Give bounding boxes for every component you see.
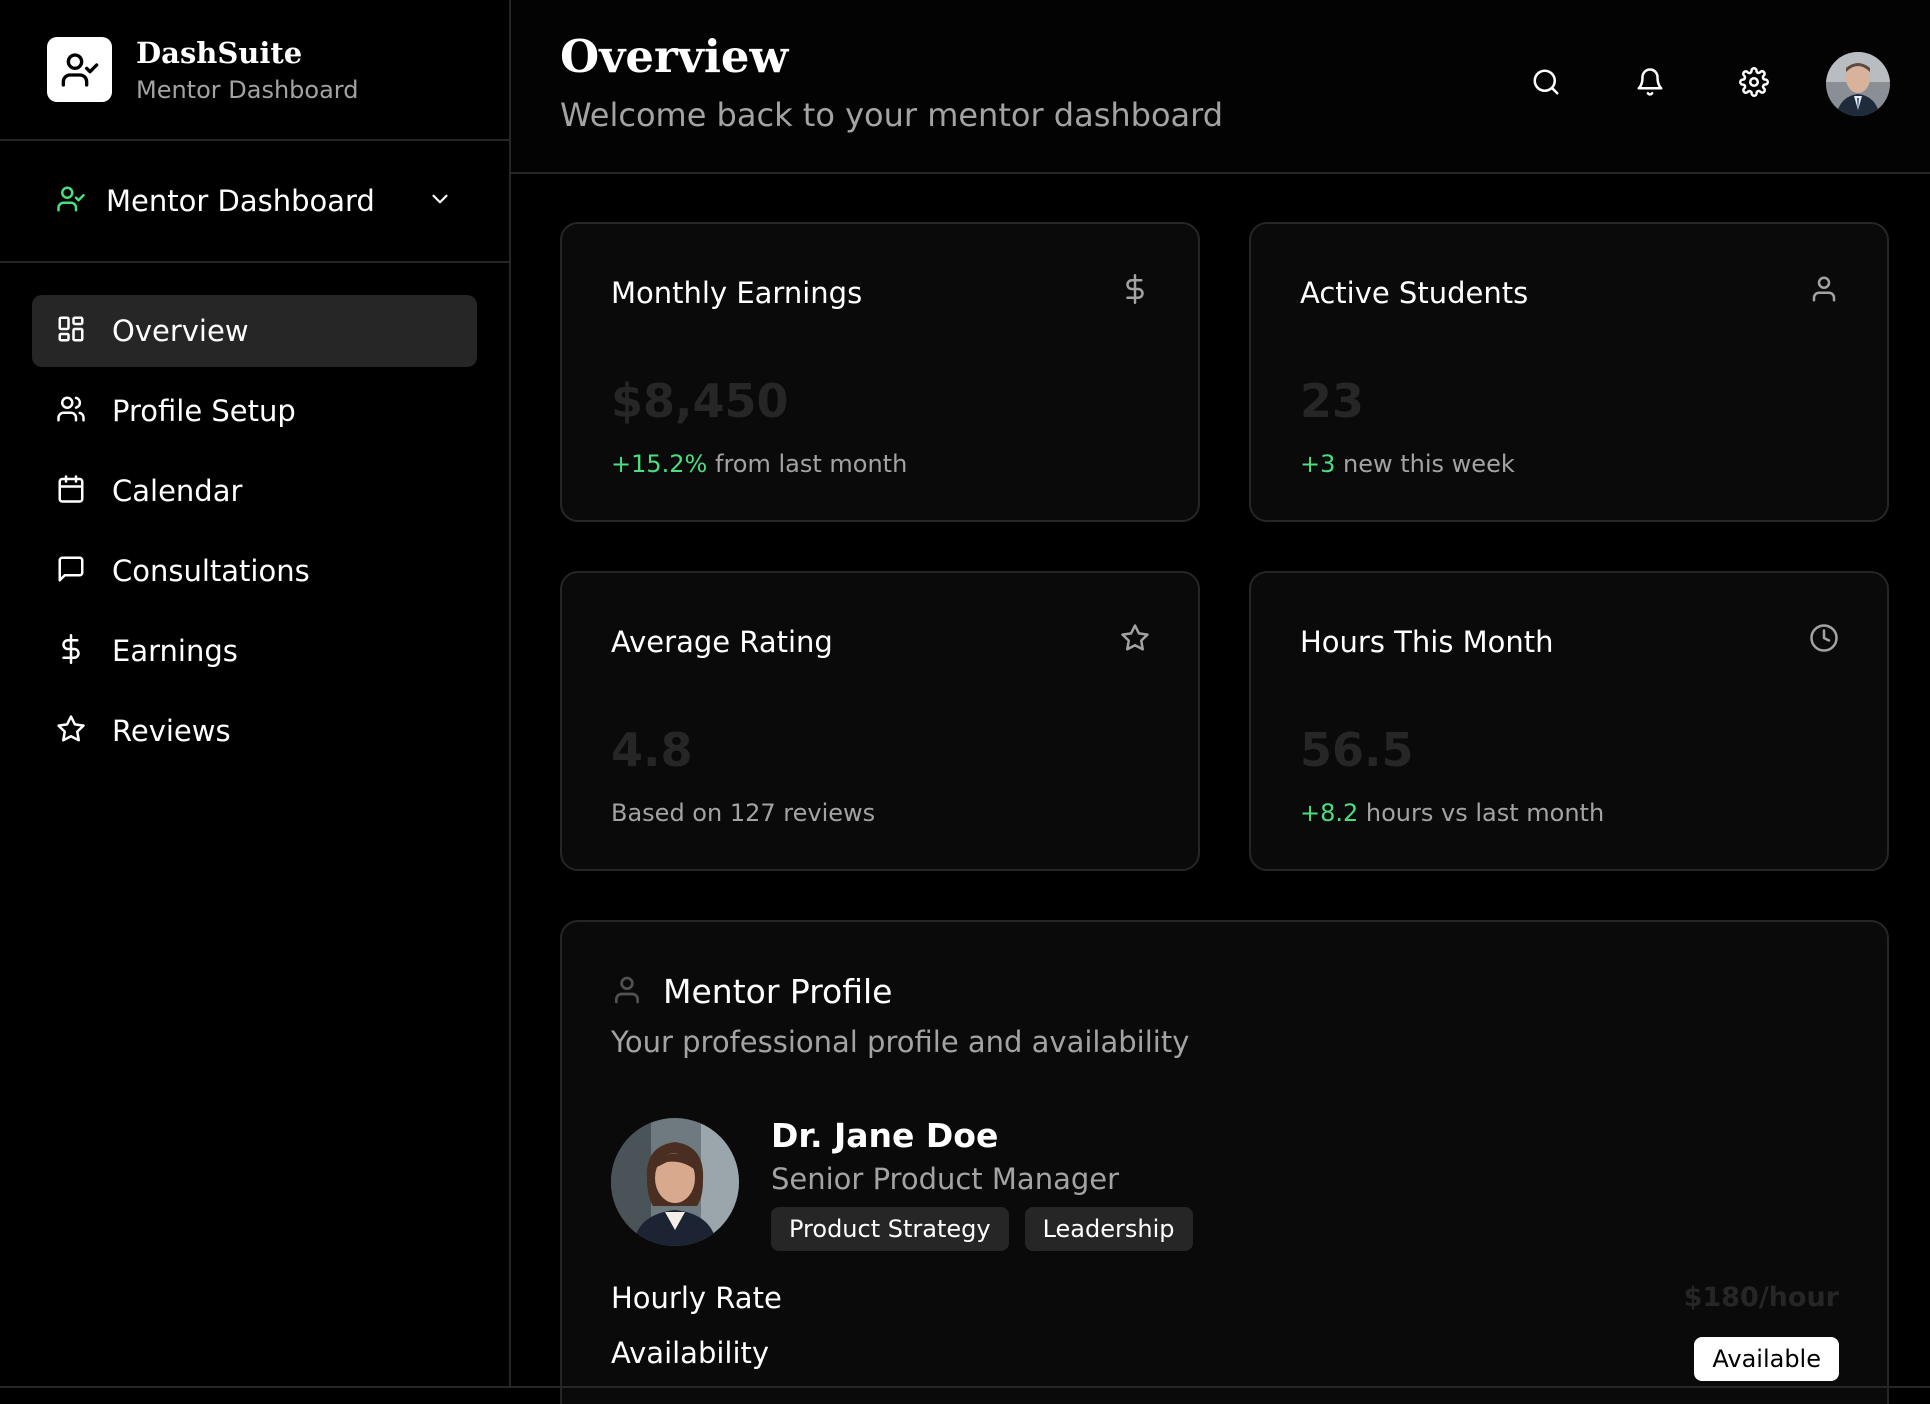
sidebar-item-label: Reviews — [112, 714, 231, 748]
stats-grid: Monthly Earnings $8,450 +15.2% from last… — [560, 222, 1890, 871]
stat-title: Monthly Earnings — [611, 276, 863, 310]
user-icon — [611, 974, 643, 1010]
avatar[interactable] — [1826, 52, 1890, 116]
user-check-icon — [47, 37, 112, 102]
sidebar-item-label: Calendar — [112, 474, 243, 508]
availability-badge[interactable]: Available — [1694, 1337, 1839, 1381]
sidebar-nav: Overview Profile Setup Calendar Consulta… — [0, 263, 509, 767]
stat-note: +3 new this week — [1300, 450, 1515, 478]
user-icon — [1809, 274, 1839, 308]
page-subtitle: Welcome back to your mentor dashboard — [560, 96, 1224, 134]
calendar-icon — [56, 474, 86, 508]
sidebar-item-label: Consultations — [112, 554, 310, 588]
mentor-profile-card: Mentor Profile Your professional profile… — [560, 920, 1889, 1404]
availability-label: Availability — [611, 1336, 770, 1370]
profile-title: Mentor Profile — [663, 972, 893, 1011]
stat-card-hours-this-month: Hours This Month 56.5 +8.2 hours vs last… — [1249, 571, 1889, 871]
dollar-icon — [1120, 274, 1150, 308]
profile-description: Your professional profile and availabili… — [611, 1025, 1190, 1059]
star-icon — [56, 714, 86, 748]
stat-note-text: hours vs last month — [1358, 799, 1605, 827]
message-square-icon — [56, 554, 86, 588]
stat-delta: +15.2% — [611, 450, 708, 478]
users-icon — [56, 394, 86, 428]
app-root: DashSuite Mentor Dashboard Mentor Dashbo… — [0, 0, 1930, 1404]
sidebar-item-earnings[interactable]: Earnings — [32, 615, 477, 687]
brand-subtitle: Mentor Dashboard — [136, 76, 359, 104]
notifications-button[interactable] — [1618, 52, 1682, 116]
dollar-icon — [56, 634, 86, 668]
sidebar: DashSuite Mentor Dashboard Mentor Dashbo… — [0, 0, 511, 1388]
stat-value: 4.8 — [611, 723, 693, 777]
stat-note-text: from last month — [707, 450, 908, 478]
switcher-label: Mentor Dashboard — [106, 184, 375, 218]
profile-role: Senior Product Manager — [771, 1162, 1120, 1196]
stat-note: +8.2 hours vs last month — [1300, 799, 1604, 827]
chevron-down-icon — [427, 186, 453, 216]
stat-note: +15.2% from last month — [611, 450, 907, 478]
stat-value: 23 — [1300, 374, 1365, 428]
sidebar-item-label: Profile Setup — [112, 394, 296, 428]
profile-name: Dr. Jane Doe — [771, 1116, 999, 1155]
stat-card-average-rating: Average Rating 4.8 Based on 127 reviews — [560, 571, 1200, 871]
stat-card-active-students: Active Students 23 +3 new this week — [1249, 222, 1889, 522]
star-icon — [1120, 623, 1150, 657]
stat-title: Hours This Month — [1300, 625, 1554, 659]
sidebar-item-label: Earnings — [112, 634, 238, 668]
brand: DashSuite Mentor Dashboard — [0, 0, 509, 141]
bell-icon — [1635, 67, 1665, 101]
sidebar-item-calendar[interactable]: Calendar — [32, 455, 477, 527]
search-icon — [1531, 67, 1561, 101]
dashboard-content: Monthly Earnings $8,450 +15.2% from last… — [511, 174, 1930, 1404]
stat-card-monthly-earnings: Monthly Earnings $8,450 +15.2% from last… — [560, 222, 1200, 522]
hourly-rate-label: Hourly Rate — [611, 1281, 782, 1315]
stat-value: 56.5 — [1300, 723, 1414, 777]
stat-note: Based on 127 reviews — [611, 799, 876, 827]
divider — [0, 1386, 1930, 1388]
stat-note-text: new this week — [1335, 450, 1515, 478]
page-header: Overview Welcome back to your mentor das… — [511, 0, 1930, 174]
sidebar-item-overview[interactable]: Overview — [32, 295, 477, 367]
stat-delta: +8.2 — [1300, 799, 1359, 827]
clock-icon — [1809, 623, 1839, 657]
search-button[interactable] — [1514, 52, 1578, 116]
sidebar-item-profile-setup[interactable]: Profile Setup — [32, 375, 477, 447]
profile-photo — [611, 1118, 739, 1246]
expertise-tag: Product Strategy — [771, 1207, 1009, 1251]
hourly-rate-value: $180/hour — [1683, 1282, 1839, 1313]
dashboard-switcher[interactable]: Mentor Dashboard — [0, 141, 509, 263]
stat-delta: +3 — [1300, 450, 1336, 478]
expertise-tags: Product Strategy Leadership — [771, 1207, 1209, 1251]
brand-name: DashSuite — [136, 36, 303, 70]
expertise-tag: Leadership — [1024, 1207, 1193, 1251]
gear-icon — [1739, 67, 1769, 101]
stat-title: Active Students — [1300, 276, 1529, 310]
sidebar-item-label: Overview — [112, 314, 249, 348]
page-title: Overview — [560, 30, 789, 83]
user-check-icon — [56, 184, 86, 218]
stat-value: $8,450 — [611, 374, 789, 428]
stat-title: Average Rating — [611, 625, 833, 659]
sidebar-item-reviews[interactable]: Reviews — [32, 695, 477, 767]
layout-grid-icon — [56, 314, 86, 348]
settings-button[interactable] — [1722, 52, 1786, 116]
sidebar-item-consultations[interactable]: Consultations — [32, 535, 477, 607]
main-content: Overview Welcome back to your mentor das… — [511, 0, 1930, 1404]
